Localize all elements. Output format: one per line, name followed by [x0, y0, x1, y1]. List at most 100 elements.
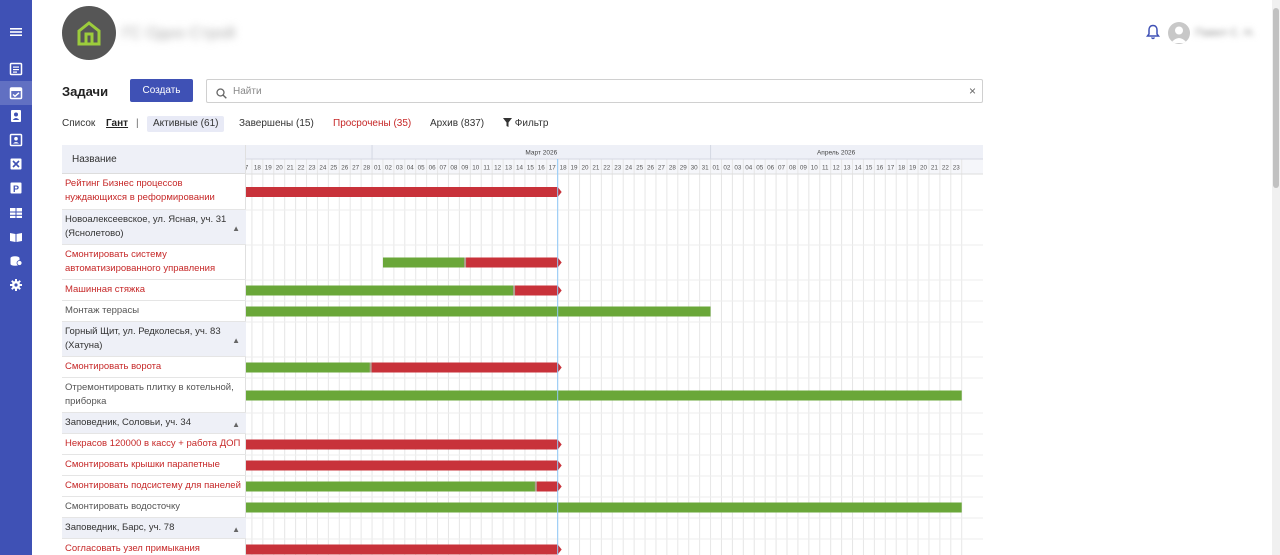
tab-active[interactable]: Активные (61)	[147, 116, 225, 132]
collapse-caret-icon[interactable]: ▲	[232, 334, 240, 348]
task-bar-overdue	[514, 285, 558, 296]
day-label: 20	[581, 165, 589, 172]
day-label: 01	[374, 165, 382, 172]
progress-marker	[369, 362, 372, 373]
menu-icon[interactable]	[9, 25, 23, 39]
day-label: 01	[713, 165, 721, 172]
group-row[interactable]: Новоалексеевское, ул. Ясная, уч. 31 (Ясн…	[62, 210, 246, 245]
task-row[interactable]: Смонтировать водосточку	[62, 497, 246, 518]
day-label: 28	[669, 165, 677, 172]
day-label: 15	[527, 165, 535, 172]
scrollbar-thumb[interactable]	[1273, 8, 1279, 188]
table-icon[interactable]	[9, 206, 23, 220]
tools-icon[interactable]	[9, 157, 23, 171]
task-bar-overdue	[535, 481, 558, 492]
group-row[interactable]: Заповедник, Барс, уч. 78 ▲	[62, 518, 246, 539]
notification-bell-icon[interactable]	[1146, 24, 1160, 45]
collapse-caret-icon[interactable]: ▲	[232, 523, 240, 537]
book-icon[interactable]	[9, 230, 23, 244]
collapse-caret-icon[interactable]: ▲	[232, 222, 240, 236]
day-label: 13	[844, 165, 852, 172]
tab-done[interactable]: Завершены (15)	[239, 116, 314, 132]
day-label: 21	[287, 165, 295, 172]
task-row[interactable]: Рейтинг Бизнес процессов нуждающихся в р…	[62, 174, 246, 210]
task-row[interactable]: Смонтировать подсистему для панелей	[62, 476, 246, 497]
company-logo[interactable]	[62, 6, 116, 60]
tab-gantt[interactable]: Гант	[106, 116, 128, 132]
tab-separator: |	[136, 118, 139, 129]
task-name: Смонтировать систему автоматизированного…	[65, 249, 216, 274]
task-bar-overdue	[465, 257, 558, 268]
task-row[interactable]: Смонтировать систему автоматизированного…	[62, 245, 246, 280]
bar-arrow	[557, 460, 562, 471]
user-avatar[interactable]	[1168, 22, 1190, 44]
task-row[interactable]: Машинная стяжка	[62, 280, 246, 301]
task-name: Согласовать узел примыкания	[65, 543, 200, 554]
month-label: Апрель 2026	[817, 150, 856, 157]
clear-search-icon[interactable]: ×	[969, 84, 976, 98]
tab-archive[interactable]: Архив (837)	[430, 116, 484, 132]
collapse-caret-icon[interactable]: ▲	[232, 418, 240, 432]
day-label: 22	[603, 165, 611, 172]
task-bar-progress	[246, 362, 371, 373]
day-label: 24	[625, 165, 633, 172]
task-name: Смонтировать крышки парапетные	[65, 459, 220, 470]
day-label: 10	[811, 165, 819, 172]
progress-marker	[464, 257, 467, 268]
gantt-chart: Март 2026 Апрель 20267 18 19 20 21 22 23 24 25 26 2…	[246, 145, 983, 555]
search-input[interactable]	[233, 83, 933, 99]
day-label: 23	[953, 165, 961, 172]
filter-button[interactable]: Фильтр	[503, 116, 548, 132]
group-row[interactable]: Заповедник, Соловьи, уч. 34 ▲	[62, 413, 246, 434]
day-label: 31	[702, 165, 710, 172]
bar-arrow	[557, 285, 562, 296]
task-row[interactable]: Некрасов 120000 в кассу + работа ДОП	[62, 434, 246, 455]
parking-icon[interactable]: P	[9, 181, 23, 195]
page-scrollbar[interactable]	[1272, 0, 1280, 555]
tab-list[interactable]: Список	[62, 116, 95, 132]
task-row[interactable]: Согласовать узел примыкания	[62, 539, 246, 555]
progress-marker	[534, 481, 537, 492]
task-row[interactable]: Монтаж террасы	[62, 301, 246, 322]
bar-arrow	[557, 481, 562, 492]
month-header-bg	[246, 145, 983, 159]
task-bar-overdue	[246, 439, 558, 450]
day-label: 12	[833, 165, 841, 172]
day-label: 26	[341, 165, 349, 172]
list-icon[interactable]	[9, 62, 23, 76]
bar-arrow	[557, 544, 562, 555]
search-icon	[216, 86, 227, 104]
task-row[interactable]: Смонтировать крышки парапетные	[62, 455, 246, 476]
user-card-icon[interactable]	[9, 133, 23, 147]
tasks-icon[interactable]	[9, 86, 23, 100]
day-label: 25	[330, 165, 338, 172]
day-label: 05	[418, 165, 426, 172]
month-label: Март 2026	[525, 150, 557, 157]
task-row[interactable]: Смонтировать ворота	[62, 357, 246, 378]
user-name[interactable]: Павел С. Н.	[1195, 27, 1255, 39]
coins-icon[interactable]	[9, 254, 23, 268]
day-label: 17	[887, 165, 895, 172]
day-label: 07	[440, 165, 448, 172]
day-label: 21	[931, 165, 939, 172]
tab-overdue[interactable]: Просрочены (35)	[333, 116, 411, 132]
gantt-grid: Название Рейтинг Бизнес процессов нуждаю…	[62, 145, 983, 555]
day-label: 06	[767, 165, 775, 172]
day-label: 12	[494, 165, 502, 172]
group-row[interactable]: Горный Щит, ул. Редколесья, уч. 83 (Хату…	[62, 322, 246, 357]
day-label: 24	[319, 165, 327, 172]
filter-icon	[503, 118, 512, 127]
day-label: 22	[298, 165, 306, 172]
task-bar	[246, 306, 711, 317]
day-label: 23	[614, 165, 622, 172]
task-row[interactable]: Отремонтировать плитку в котельной, приб…	[62, 378, 246, 413]
create-button[interactable]: Создать	[130, 79, 193, 102]
day-label: 19	[571, 165, 579, 172]
contacts-icon[interactable]	[9, 109, 23, 123]
settings-icon[interactable]	[9, 278, 23, 292]
day-label: 28	[363, 165, 371, 172]
search-box[interactable]: ×	[206, 79, 983, 103]
day-label: 04	[745, 165, 753, 172]
day-label: 14	[854, 165, 862, 172]
day-label: 07	[778, 165, 786, 172]
